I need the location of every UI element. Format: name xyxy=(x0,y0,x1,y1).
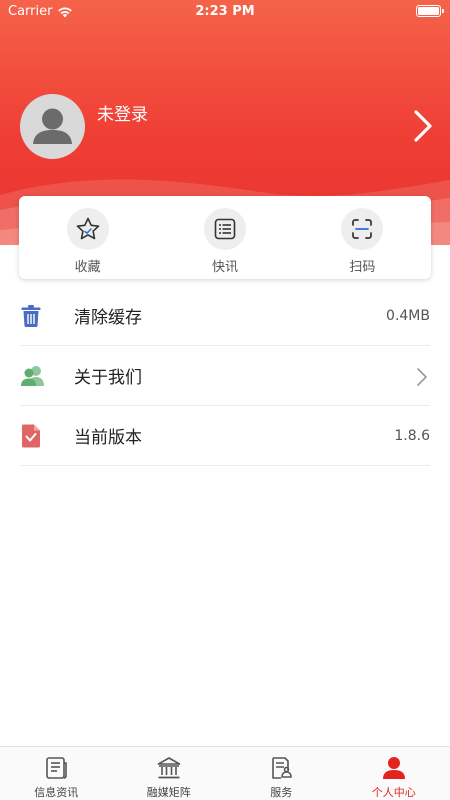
profile-row[interactable]: 未登录 xyxy=(20,94,440,160)
newsflash-button[interactable]: 快讯 xyxy=(156,196,293,279)
list-icon xyxy=(203,208,246,250)
settings-list: 清除缓存 0.4MB 关于我们 当前版本 1.8.6 xyxy=(20,286,430,466)
status-bar: Carrier 2:23 PM xyxy=(0,0,450,24)
clear-cache-label: 清除缓存 xyxy=(74,308,142,328)
login-status-text[interactable]: 未登录 xyxy=(97,100,148,125)
tab-news-label: 信息资讯 xyxy=(34,786,79,799)
newsflash-label: 快讯 xyxy=(211,260,238,275)
tab-personal-center-label: 个人中心 xyxy=(371,786,416,799)
person-icon xyxy=(382,757,405,779)
scan-icon xyxy=(341,208,384,250)
chevron-right-icon[interactable] xyxy=(412,108,434,144)
tab-personal-center[interactable]: 个人中心 xyxy=(338,747,450,800)
favorites-label: 收藏 xyxy=(74,260,101,275)
version-row[interactable]: 当前版本 1.8.6 xyxy=(20,406,430,466)
cache-size-value: 0.4MB xyxy=(386,307,430,324)
default-avatar-icon xyxy=(33,108,72,144)
clear-cache-row[interactable]: 清除缓存 0.4MB xyxy=(20,286,430,346)
tab-news[interactable]: 信息资讯 xyxy=(0,747,113,800)
chevron-right-icon xyxy=(417,368,427,386)
document-check-icon xyxy=(20,420,52,452)
scan-button[interactable]: 扫码 xyxy=(294,196,431,279)
tab-services-label: 服务 xyxy=(270,786,293,799)
version-label: 当前版本 xyxy=(74,428,142,448)
bottom-tab-bar: 信息资讯 融媒矩阵 服务 个人中心 xyxy=(0,746,450,800)
users-icon xyxy=(20,360,52,392)
scan-label: 扫码 xyxy=(349,260,376,275)
version-value: 1.8.6 xyxy=(394,427,430,444)
star-icon xyxy=(66,208,109,250)
about-us-row[interactable]: 关于我们 xyxy=(20,346,430,406)
tab-media-matrix[interactable]: 融媒矩阵 xyxy=(113,747,226,800)
trash-icon xyxy=(20,300,52,332)
status-time: 2:23 PM xyxy=(195,4,255,19)
tab-services[interactable]: 服务 xyxy=(225,747,338,800)
about-us-label: 关于我们 xyxy=(74,368,142,388)
tab-media-matrix-label: 融媒矩阵 xyxy=(146,786,191,799)
battery-icon xyxy=(416,5,444,17)
avatar[interactable] xyxy=(20,94,85,159)
service-icon xyxy=(272,757,293,779)
quick-actions-card: 收藏 快讯 扫码 xyxy=(19,196,431,279)
bank-icon xyxy=(157,757,181,779)
news-icon xyxy=(46,757,68,779)
favorites-button[interactable]: 收藏 xyxy=(19,196,156,279)
